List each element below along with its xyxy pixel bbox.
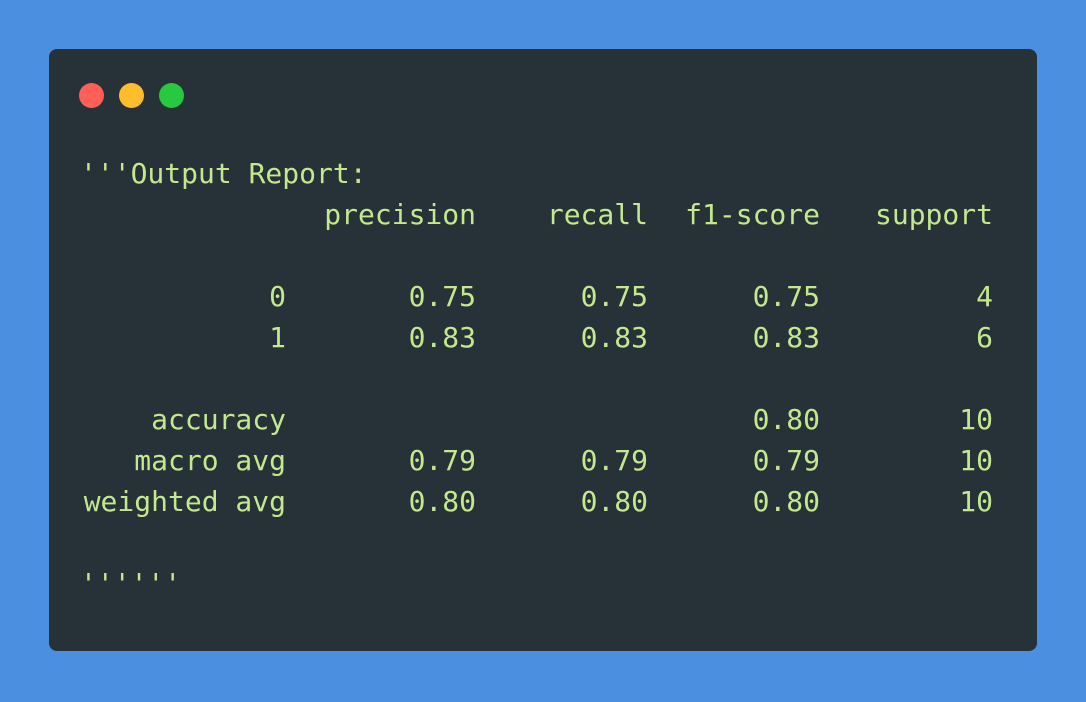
summary-recall: 0.79 bbox=[580, 444, 648, 477]
summary-row: weighted avg 0.80 0.80 0.80 10 bbox=[80, 481, 1010, 522]
row-support: 4 bbox=[976, 280, 993, 313]
code-window: '''Output Report: precision recall f1-sc… bbox=[49, 49, 1037, 651]
class-row: 0 0.75 0.75 0.75 4 bbox=[80, 276, 1010, 317]
summary-f1-score: 0.80 bbox=[752, 485, 820, 518]
window-controls bbox=[79, 83, 184, 108]
summary-support: 10 bbox=[959, 403, 993, 436]
row-f1-score: 0.75 bbox=[752, 280, 820, 313]
row-label: 0 bbox=[269, 280, 286, 313]
row-precision: 0.83 bbox=[408, 321, 476, 354]
row-support: 6 bbox=[976, 321, 993, 354]
minimize-window-icon[interactable] bbox=[119, 83, 144, 108]
row-precision: 0.75 bbox=[408, 280, 476, 313]
summary-row: macro avg 0.79 0.79 0.79 10 bbox=[80, 440, 1010, 481]
header-recall: recall bbox=[546, 198, 648, 231]
summary-label: accuracy bbox=[151, 403, 286, 436]
summary-support: 10 bbox=[959, 485, 993, 518]
class-row: 1 0.83 0.83 0.83 6 bbox=[80, 317, 1010, 358]
header-precision: precision bbox=[324, 198, 476, 231]
summary-precision: 0.80 bbox=[408, 485, 476, 518]
summary-f1-score: 0.79 bbox=[752, 444, 820, 477]
row-recall: 0.75 bbox=[580, 280, 648, 313]
row-recall: 0.83 bbox=[580, 321, 648, 354]
summary-f1-score: 0.80 bbox=[752, 403, 820, 436]
header-support: support bbox=[874, 198, 993, 231]
summary-label: weighted avg bbox=[83, 485, 286, 518]
summary-support: 10 bbox=[959, 444, 993, 477]
summary-label: macro avg bbox=[134, 444, 286, 477]
report-open-line: '''Output Report: bbox=[80, 157, 367, 190]
summary-precision: 0.79 bbox=[408, 444, 476, 477]
row-label: 1 bbox=[269, 321, 286, 354]
summary-recall: 0.80 bbox=[580, 485, 648, 518]
header-f1-score: f1-score bbox=[685, 198, 820, 231]
row-f1-score: 0.83 bbox=[752, 321, 820, 354]
summary-row: accuracy 0.80 10 bbox=[80, 399, 1010, 440]
close-window-icon[interactable] bbox=[79, 83, 104, 108]
report-close-line: '''''' bbox=[80, 567, 182, 600]
code-block: '''Output Report: precision recall f1-sc… bbox=[80, 153, 1010, 604]
header-row: precision recall f1-score support bbox=[80, 194, 1010, 235]
maximize-window-icon[interactable] bbox=[159, 83, 184, 108]
